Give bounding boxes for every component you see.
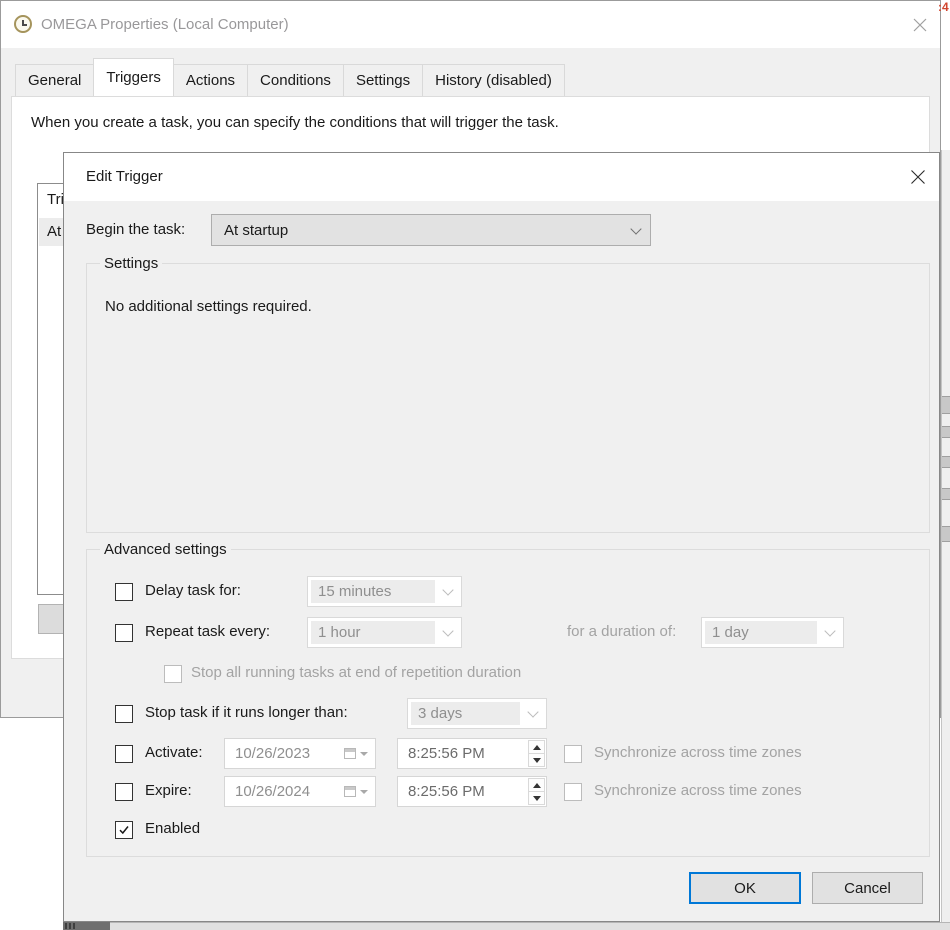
activate-sync-checkbox[interactable] (564, 745, 582, 763)
properties-close-button[interactable] (899, 1, 941, 48)
ok-button[interactable]: OK (689, 872, 801, 904)
activate-time-value: 8:25:56 PM (398, 739, 485, 768)
checkmark-icon (118, 824, 130, 836)
expire-time-spinner[interactable]: 8:25:56 PM (397, 776, 547, 807)
cancel-button[interactable]: Cancel (812, 872, 923, 904)
properties-titlebar[interactable]: OMEGA Properties (Local Computer) (1, 1, 940, 48)
enabled-checkbox[interactable] (115, 821, 133, 839)
advanced-settings-groupbox: Advanced settings Delay task for: 15 min… (86, 549, 930, 857)
chevron-down-icon (442, 625, 453, 636)
corner-clock-fragment: :4 (938, 0, 950, 15)
stop-task-value: 3 days (411, 702, 520, 725)
dialog-close-button[interactable] (897, 153, 939, 201)
tab-conditions[interactable]: Conditions (247, 64, 344, 96)
arrow-down-icon (533, 796, 541, 801)
expire-label: Expire: (145, 781, 192, 801)
stop-all-tasks-label: Stop all running tasks at end of repetit… (191, 663, 521, 683)
repeat-task-checkbox[interactable] (115, 624, 133, 642)
stop-task-checkbox[interactable] (115, 705, 133, 723)
expire-checkbox[interactable] (115, 783, 133, 801)
tab-triggers[interactable]: Triggers (93, 58, 173, 96)
time-spin-down-button[interactable] (528, 754, 545, 767)
edit-trigger-dialog: Edit Trigger Begin the task: At startup … (63, 152, 940, 922)
begin-task-value: At startup (224, 222, 288, 239)
triggers-intro-text: When you create a task, you can specify … (31, 112, 559, 134)
resize-grip-fragment (63, 922, 110, 930)
close-icon (913, 18, 927, 32)
duration-label: for a duration of: (567, 622, 676, 642)
settings-group-title: Settings (100, 254, 162, 274)
dropdown-arrow-icon (360, 752, 368, 756)
taskbar-edge-fragment (110, 922, 950, 930)
stop-all-tasks-checkbox[interactable] (164, 665, 182, 683)
activate-label: Activate: (145, 743, 203, 763)
dialog-title: Edit Trigger (86, 153, 163, 201)
expire-sync-checkbox[interactable] (564, 783, 582, 801)
dropdown-arrow-icon (360, 790, 368, 794)
time-spin-down-button[interactable] (528, 792, 545, 805)
chevron-down-icon (442, 584, 453, 595)
activate-date-picker[interactable]: 10/26/2023 (224, 738, 376, 769)
arrow-up-icon (533, 783, 541, 788)
arrow-down-icon (533, 758, 541, 763)
activate-date-value: 10/26/2023 (235, 745, 310, 762)
tab-history[interactable]: History (disabled) (422, 64, 565, 96)
close-icon (910, 169, 926, 185)
dialog-titlebar[interactable]: Edit Trigger (64, 153, 939, 201)
activate-checkbox[interactable] (115, 745, 133, 763)
no-settings-message: No additional settings required. (105, 297, 312, 317)
scrollbar-segment (942, 396, 950, 414)
expire-sync-label: Synchronize across time zones (594, 781, 802, 801)
tab-actions[interactable]: Actions (173, 64, 248, 96)
screen: OMEGA Properties (Local Computer) Genera… (0, 0, 950, 930)
chevron-down-icon (630, 223, 641, 234)
scrollbar-segment (942, 526, 950, 542)
task-scheduler-clock-icon (14, 15, 32, 33)
stop-task-combobox[interactable]: 3 days (407, 698, 547, 729)
scrollbar-segment (942, 488, 950, 500)
delay-task-combobox[interactable]: 15 minutes (307, 576, 462, 607)
duration-combobox[interactable]: 1 day (701, 617, 844, 648)
begin-task-combobox[interactable]: At startup (211, 214, 651, 246)
delay-task-checkbox[interactable] (115, 583, 133, 601)
chevron-down-icon (527, 706, 538, 717)
scrollbar-segment (942, 456, 950, 468)
expire-date-value: 10/26/2024 (235, 783, 310, 800)
repeat-task-value: 1 hour (311, 621, 435, 644)
activate-sync-label: Synchronize across time zones (594, 743, 802, 763)
properties-window-title: OMEGA Properties (Local Computer) (41, 1, 289, 48)
arrow-up-icon (533, 745, 541, 750)
tab-settings[interactable]: Settings (343, 64, 423, 96)
time-spin-up-button[interactable] (528, 740, 545, 754)
background-scrollbar-fragment (941, 150, 950, 930)
calendar-icon (344, 748, 356, 759)
chevron-down-icon (824, 625, 835, 636)
expire-time-value: 8:25:56 PM (398, 777, 485, 806)
repeat-task-combobox[interactable]: 1 hour (307, 617, 462, 648)
advanced-group-title: Advanced settings (100, 540, 231, 560)
calendar-icon (344, 786, 356, 797)
begin-task-label: Begin the task: (86, 220, 185, 240)
time-spin-up-button[interactable] (528, 778, 545, 792)
settings-groupbox: Settings No additional settings required… (86, 263, 930, 533)
tab-strip: General Triggers Actions Conditions Sett… (2, 48, 940, 96)
enabled-label: Enabled (145, 819, 200, 839)
stop-task-label: Stop task if it runs longer than: (145, 703, 348, 723)
activate-time-spinner[interactable]: 8:25:56 PM (397, 738, 547, 769)
delay-task-value: 15 minutes (311, 580, 435, 603)
tab-general[interactable]: General (15, 64, 94, 96)
scrollbar-segment (942, 426, 950, 438)
duration-value: 1 day (705, 621, 817, 644)
delay-task-label: Delay task for: (145, 581, 241, 601)
repeat-task-label: Repeat task every: (145, 622, 270, 642)
expire-date-picker[interactable]: 10/26/2024 (224, 776, 376, 807)
